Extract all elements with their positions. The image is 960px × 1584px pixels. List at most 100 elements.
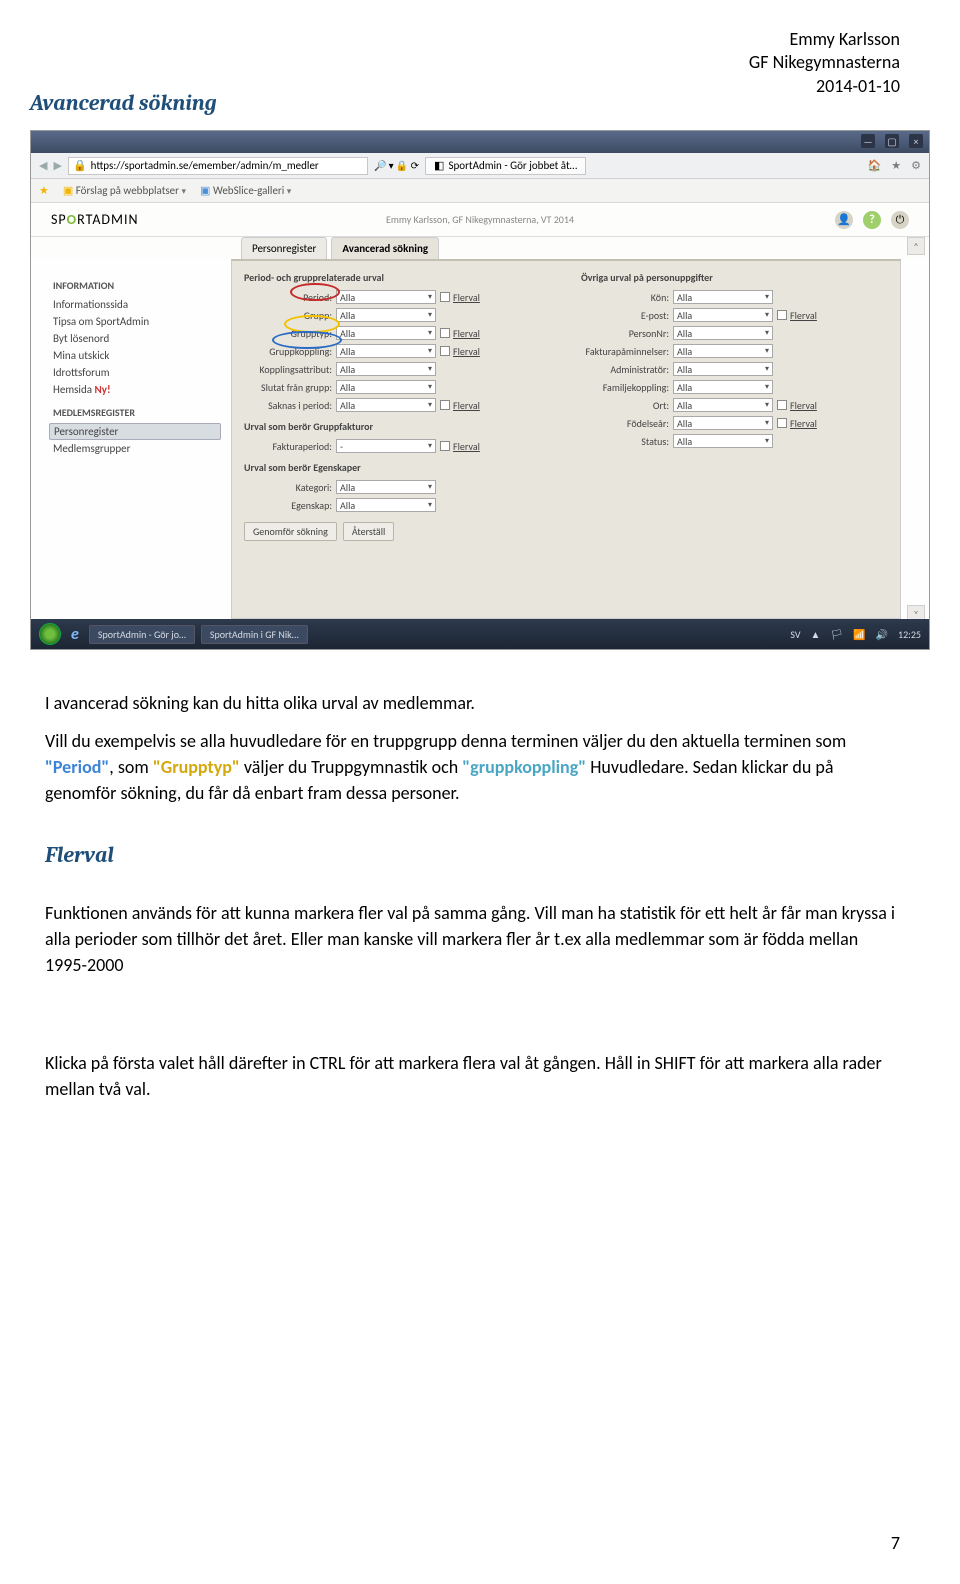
slutat-select[interactable]: Alla▾ (336, 380, 436, 394)
sidebar-item[interactable]: Tipsa om SportAdmin (53, 313, 221, 330)
app-tabs: Personregister Avancerad sökning (31, 237, 929, 259)
label: Ort: (581, 399, 673, 412)
gruppkoppling-select[interactable]: Alla▾ (336, 344, 436, 358)
section-title: Period- och grupprelaterade urval (244, 271, 551, 284)
sidebar-item[interactable]: Hemsida Ny! (53, 381, 221, 398)
user-icon[interactable]: 👤 (835, 211, 853, 229)
sidebar-item[interactable]: Idrottsforum (53, 364, 221, 381)
wifi-icon[interactable]: 📶 (853, 628, 865, 641)
flerval-checkbox[interactable] (440, 328, 450, 338)
favorites-item[interactable]: ▣ WebSlice-galleri ▾ (200, 184, 291, 197)
form-panel: Period- och grupprelaterade urval Period… (231, 259, 901, 619)
grupptyp-select[interactable]: Alla▾ (336, 326, 436, 340)
taskbar: e SportAdmin - Gör jo… SportAdmin i GF N… (31, 619, 929, 649)
screenshot: — ▢ × ◀ ▶ 🔒 https://sportadmin.se/emembe… (30, 130, 930, 650)
flerval-checkbox[interactable] (777, 418, 787, 428)
favorites-item[interactable]: ▣ Förslag på webbplatser ▾ (63, 184, 186, 197)
section-title: Urval som berör Gruppfakturor (244, 420, 551, 433)
address-row: ◀ ▶ 🔒 https://sportadmin.se/emember/admi… (31, 153, 929, 179)
search-icon[interactable]: 🔎 ▾ 🔒 ⟳ (374, 159, 419, 172)
tools-icon[interactable]: ⚙ (911, 159, 921, 172)
fakturapam-select[interactable]: Alla▾ (673, 344, 773, 358)
label: E-post: (581, 309, 673, 322)
sidebar-item-selected[interactable]: Personregister (49, 423, 221, 440)
star-icon[interactable]: ★ (39, 184, 49, 197)
help-icon[interactable]: ? (863, 211, 881, 229)
period-select[interactable]: Alla▾ (336, 290, 436, 304)
label: Kategori: (244, 481, 336, 494)
label: Administratör: (581, 363, 673, 376)
section-title: Övriga urval på personuppgifter (581, 271, 888, 284)
epost-select[interactable]: Alla▾ (673, 308, 773, 322)
tab-favicon-icon: ◧ (434, 159, 444, 172)
search-button[interactable]: Genomför sökning (244, 522, 337, 541)
grupp-select[interactable]: Alla▾ (336, 308, 436, 322)
label: Familjekoppling: (581, 381, 673, 394)
personnr-select[interactable]: Alla▾ (673, 326, 773, 340)
kon-select[interactable]: Alla▾ (673, 290, 773, 304)
breadcrumb: Emmy Karlsson, GF Nikegymnasterna, VT 20… (386, 213, 574, 226)
window-max-button[interactable]: ▢ (885, 134, 899, 148)
taskbar-item[interactable]: SportAdmin i GF Nik… (201, 625, 308, 644)
logo: SPORTADMIN (51, 211, 139, 228)
sidebar-item[interactable]: Informationssida (53, 296, 221, 313)
app-header: SPORTADMIN Emmy Karlsson, GF Nikegymnast… (31, 203, 929, 237)
egenskap-select[interactable]: Alla▾ (336, 498, 436, 512)
url-input[interactable]: 🔒 https://sportadmin.se/emember/admin/m_… (68, 157, 368, 175)
flerval-checkbox[interactable] (440, 400, 450, 410)
flerval-checkbox[interactable] (777, 400, 787, 410)
kopplingsattribut-select[interactable]: Alla▾ (336, 362, 436, 376)
language-indicator[interactable]: SV (790, 628, 800, 641)
label: Kön: (581, 291, 673, 304)
window-titlebar: — ▢ × (31, 131, 929, 153)
flerval-checkbox[interactable] (440, 292, 450, 302)
flerval-checkbox[interactable] (440, 346, 450, 356)
page-title: Avancerad sökning (30, 90, 217, 116)
tray-up-icon[interactable]: ▲ (811, 628, 821, 641)
label: Fakturaperiod: (244, 440, 336, 453)
label: Status: (581, 435, 673, 448)
ie-icon[interactable]: e (71, 625, 79, 644)
forward-icon[interactable]: ▶ (53, 159, 61, 172)
tab-avancerad-sokning[interactable]: Avancerad sökning (331, 237, 439, 259)
favorites-bar: ★ ▣ Förslag på webbplatser ▾ ▣ WebSlice-… (31, 179, 929, 203)
sidebar-item[interactable]: Medlemsgrupper (53, 440, 221, 457)
label: Period: (244, 291, 336, 304)
saknas-select[interactable]: Alla▾ (336, 398, 436, 412)
page-number: 7 (891, 1532, 900, 1554)
flerval-checkbox[interactable] (440, 441, 450, 451)
subheading: Flerval (45, 840, 900, 872)
fakturaperiod-select[interactable]: -▾ (336, 439, 436, 453)
power-icon[interactable]: ⏻ (891, 211, 909, 229)
body-paragraph: Funktionen används för att kunna markera… (45, 900, 900, 978)
scroll-up-icon[interactable]: ˄ (907, 237, 925, 255)
taskbar-item[interactable]: SportAdmin - Gör jo… (89, 625, 195, 644)
clock[interactable]: 12:25 (898, 628, 921, 641)
label: Egenskap: (244, 499, 336, 512)
status-select[interactable]: Alla▾ (673, 434, 773, 448)
window-close-button[interactable]: × (909, 134, 923, 148)
home-icon[interactable]: 🏠 (868, 159, 882, 172)
window-min-button[interactable]: — (861, 134, 875, 148)
tab-personregister[interactable]: Personregister (241, 237, 327, 259)
browser-tab[interactable]: ◧ SportAdmin - Gör jobbet åt… (425, 157, 586, 175)
label: PersonNr: (581, 327, 673, 340)
admin-select[interactable]: Alla▾ (673, 362, 773, 376)
back-icon[interactable]: ◀ (39, 159, 47, 172)
fodelsear-select[interactable]: Alla▾ (673, 416, 773, 430)
label: Grupptyp: (244, 327, 336, 340)
sidebar-item[interactable]: Mina utskick (53, 347, 221, 364)
section-title: Urval som berör Egenskaper (244, 461, 551, 474)
favorites-icon[interactable]: ★ (891, 159, 901, 172)
flag-icon[interactable]: 🏳 (830, 628, 843, 641)
reset-button[interactable]: Återställ (343, 522, 394, 541)
kategori-select[interactable]: Alla▾ (336, 480, 436, 494)
flerval-checkbox[interactable] (777, 310, 787, 320)
label: Födelseår: (581, 417, 673, 430)
volume-icon[interactable]: 🔊 (876, 628, 888, 641)
ort-select[interactable]: Alla▾ (673, 398, 773, 412)
doc-header: Emmy Karlsson GF Nikegymnasterna 2014-01… (749, 28, 900, 98)
sidebar-item[interactable]: Byt lösenord (53, 330, 221, 347)
start-button[interactable] (39, 623, 61, 645)
familj-select[interactable]: Alla▾ (673, 380, 773, 394)
